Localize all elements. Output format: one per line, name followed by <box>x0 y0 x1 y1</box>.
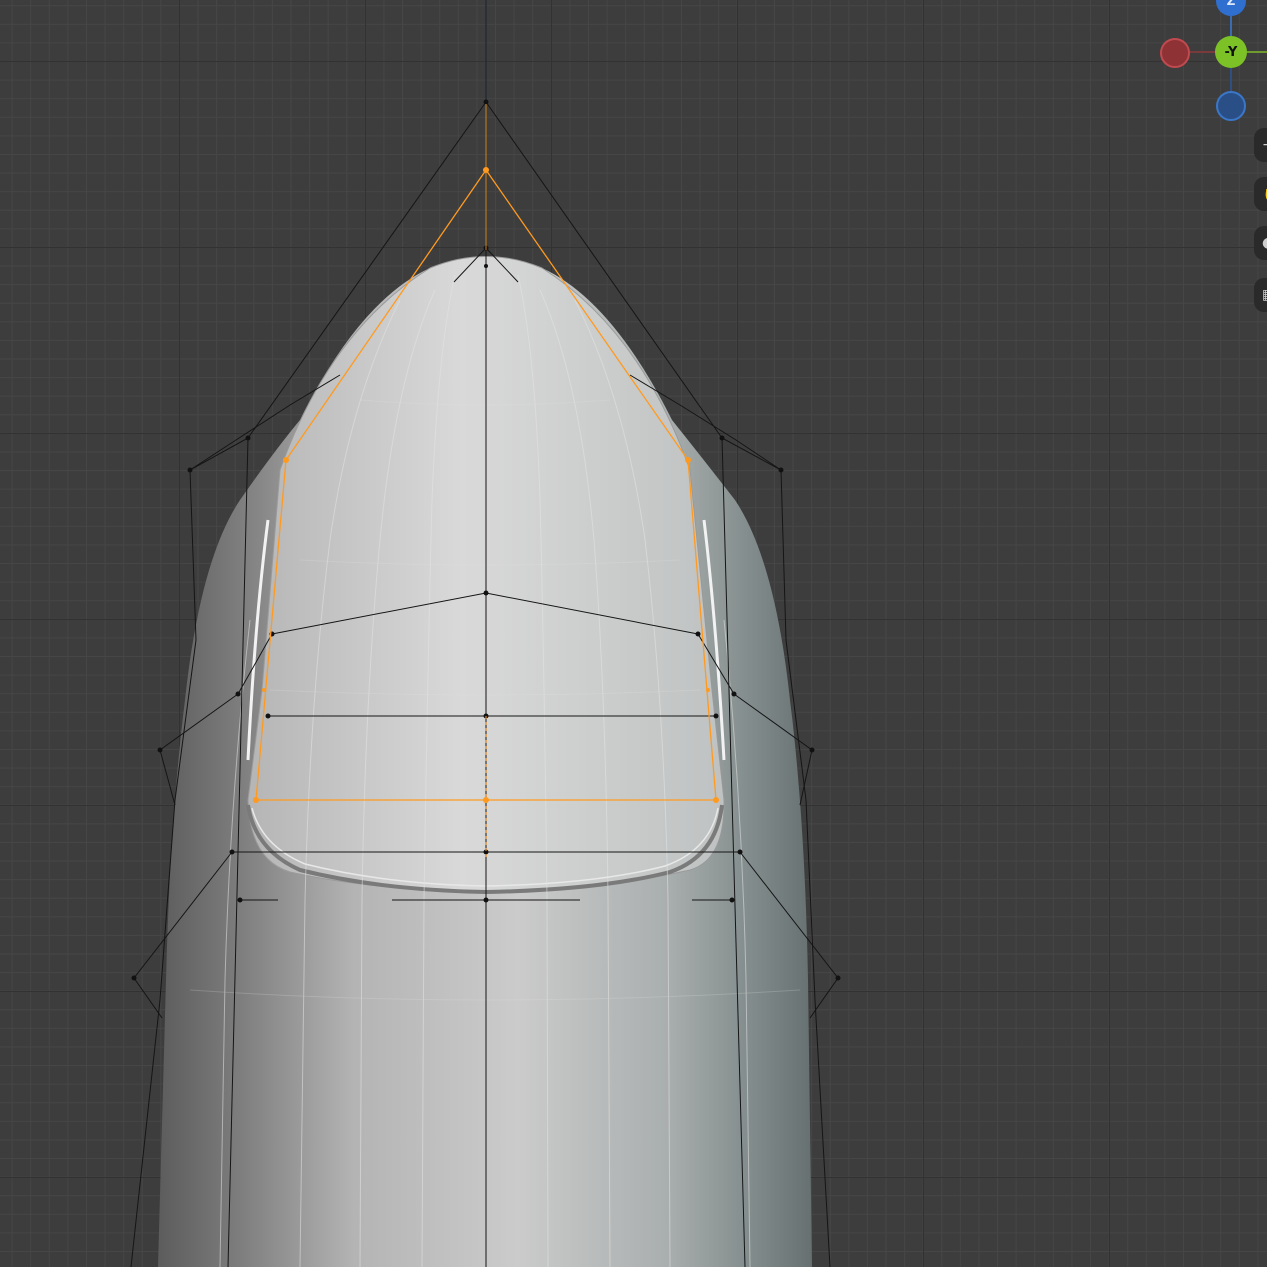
zoom-button[interactable]: + <box>1254 128 1267 162</box>
mesh-scene[interactable] <box>0 0 1267 1267</box>
gizmo-y-line <box>1247 51 1267 53</box>
gizmo-axis-neg-y-label: -Y <box>1224 44 1238 60</box>
pan-button[interactable]: ✋ <box>1254 177 1267 211</box>
gizmo-axis-z-label: Z <box>1226 0 1236 8</box>
gizmo-axis-neg-x[interactable] <box>1160 38 1190 68</box>
perspective-grid-icon: ▦ <box>1262 287 1267 303</box>
gizmo-axis-neg-z[interactable] <box>1216 91 1246 121</box>
pan-hand-icon: ✋ <box>1262 186 1267 202</box>
gizmo-neg-z-line <box>1230 68 1232 91</box>
3d-viewport[interactable]: Z -Y + ✋ ● ▦ <box>0 0 1267 1267</box>
gizmo-z-line <box>1230 16 1232 36</box>
zoom-icon: + <box>1262 137 1267 153</box>
camera-icon: ● <box>1262 235 1267 251</box>
camera-button[interactable]: ● <box>1254 226 1267 260</box>
perspective-button[interactable]: ▦ <box>1254 278 1267 312</box>
gizmo-x-line <box>1190 51 1216 53</box>
gizmo-axis-neg-y[interactable]: -Y <box>1215 36 1247 68</box>
